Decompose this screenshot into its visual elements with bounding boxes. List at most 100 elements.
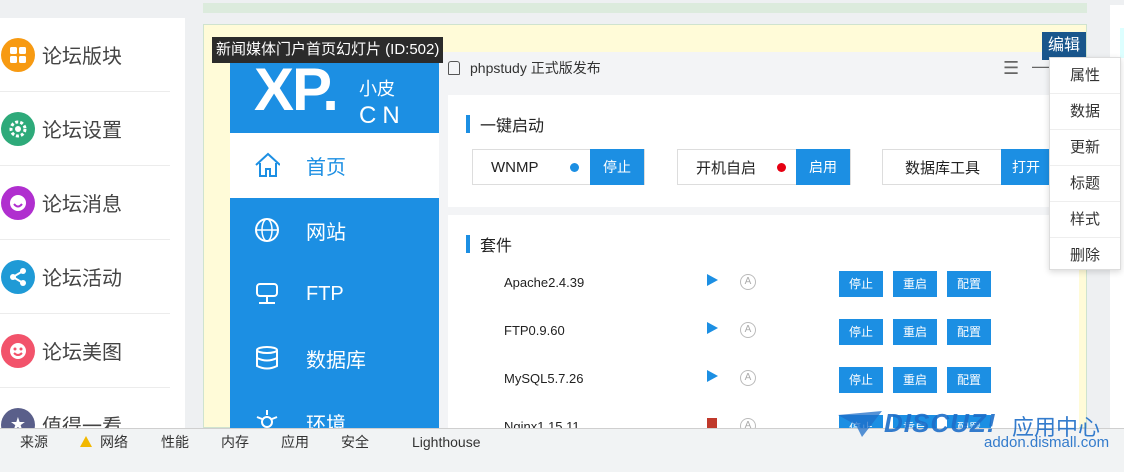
- play-icon[interactable]: [707, 322, 718, 334]
- tab-performance[interactable]: 性能: [161, 429, 189, 455]
- database-icon: [254, 345, 280, 371]
- tab-application[interactable]: 应用: [281, 429, 309, 455]
- suite-name: MySQL5.7.26: [504, 371, 584, 386]
- nav-label: 首页: [306, 156, 346, 179]
- play-icon[interactable]: [707, 274, 718, 286]
- play-icon[interactable]: [707, 370, 718, 382]
- auto-icon: A: [740, 274, 756, 290]
- home-icon: [254, 152, 280, 178]
- nav-label: FTP: [306, 282, 344, 305]
- discuz-watermark: DISCUZ! 应用中心 addon.dismall.com: [834, 405, 1124, 455]
- tab-sources[interactable]: 来源: [20, 429, 48, 455]
- suite-name: Apache2.4.39: [504, 275, 585, 290]
- service-name: 数据库工具: [905, 159, 981, 177]
- warning-icon: [80, 436, 92, 447]
- tab-network[interactable]: 网络: [100, 429, 128, 455]
- auto-icon: A: [740, 370, 756, 386]
- app-title-text: phpstudy 正式版发布: [470, 60, 601, 76]
- suite-card: 套件: [448, 215, 1079, 259]
- stop-button[interactable]: 停止: [839, 271, 883, 297]
- sidebar-item-forum-sections[interactable]: 论坛版块: [0, 18, 170, 92]
- gear-icon: [1, 111, 35, 146]
- logo-sub: 小皮: [359, 79, 395, 99]
- restart-button[interactable]: 重启: [893, 319, 937, 345]
- app-logo: XP. 小皮 CN: [254, 56, 400, 130]
- slideshow-id-label: 新闻媒体门户首页幻灯片 (ID:502): [212, 37, 444, 63]
- forum-sidebar: 论坛版块 论坛设置 论坛消息 论坛活动 论坛美图 ★ 值得一看: [0, 18, 185, 442]
- smile-icon: [1, 185, 35, 220]
- app-sidebar: XP. 小皮 CN 首页 网站 FTP 数据库 环境: [230, 52, 439, 428]
- sidebar-item-forum-events[interactable]: 论坛活动: [0, 240, 170, 314]
- phpstudy-screenshot: XP. 小皮 CN 首页 网站 FTP 数据库 环境 phpstudy 正式版发…: [230, 52, 1079, 428]
- sidebar-item-label: 论坛设置: [42, 120, 122, 142]
- watermark-brand: DISCUZ!: [884, 408, 997, 438]
- suite-name: Nginx1.15.11: [504, 419, 580, 428]
- stop-square-icon[interactable]: [707, 418, 717, 428]
- service-db-tool: 数据库工具 打开: [882, 149, 1052, 185]
- nav-item-database[interactable]: 数据库: [230, 326, 439, 390]
- paper-plane-icon: [838, 411, 882, 437]
- grid-icon: [1, 37, 35, 72]
- watermark-url: addon.dismall.com: [984, 434, 1110, 451]
- enable-button[interactable]: 启用: [796, 149, 850, 185]
- stop-button[interactable]: 停止: [839, 319, 883, 345]
- sidebar-item-label: 论坛活动: [42, 268, 122, 290]
- globe-icon: [254, 217, 280, 243]
- edit-button[interactable]: 编辑: [1042, 32, 1086, 60]
- config-button[interactable]: 配置: [947, 367, 991, 393]
- nav-item-home-row[interactable]: 首页: [230, 133, 439, 197]
- sidebar-item-label: 论坛美图: [42, 342, 122, 364]
- section-accent: [466, 235, 470, 253]
- nav-label: 数据库: [306, 349, 366, 372]
- nav-item-environment[interactable]: 环境: [230, 390, 439, 428]
- table-row: MySQL5.7.26 A 停止 重启 配置: [448, 355, 1079, 404]
- logo-cn: CN: [359, 102, 406, 129]
- right-panel-highlight: [1120, 28, 1124, 58]
- open-button[interactable]: 打开: [1001, 149, 1051, 185]
- quick-start-title: 一键启动: [466, 112, 544, 136]
- service-name: 开机自启: [696, 159, 757, 177]
- service-autostart: 开机自启 启用: [677, 149, 851, 185]
- suite-title: 套件: [466, 232, 512, 256]
- settings-icon: [254, 409, 280, 428]
- status-dot: [570, 163, 579, 172]
- menu-item-update[interactable]: 更新: [1050, 130, 1120, 166]
- tab-security[interactable]: 安全: [341, 429, 369, 455]
- section-accent: [466, 115, 470, 133]
- face-icon: [1, 333, 35, 368]
- config-button[interactable]: 配置: [947, 319, 991, 345]
- sidebar-item-forum-gallery[interactable]: 论坛美图: [0, 314, 170, 388]
- config-button[interactable]: 配置: [947, 271, 991, 297]
- table-row: FTP0.9.60 A 停止 重启 配置: [448, 307, 1079, 356]
- table-row: Apache2.4.39 A 停止 重启 配置: [448, 259, 1079, 308]
- nav-item-website[interactable]: 网站: [230, 198, 439, 262]
- sidebar-item-label: 论坛版块: [42, 46, 122, 68]
- bell-icon: [448, 61, 460, 75]
- nav-item-ftp[interactable]: FTP: [230, 262, 439, 326]
- suite-name: FTP0.9.60: [504, 323, 565, 338]
- sidebar-item-forum-settings[interactable]: 论坛设置: [0, 92, 170, 166]
- section-title-text: 一键启动: [480, 118, 545, 135]
- app-title: phpstudy 正式版发布: [448, 58, 601, 78]
- tab-memory[interactable]: 内存: [221, 429, 249, 455]
- menu-item-style[interactable]: 样式: [1050, 202, 1120, 238]
- restart-button[interactable]: 重启: [893, 367, 937, 393]
- service-name: WNMP: [491, 158, 539, 176]
- restart-button[interactable]: 重启: [893, 271, 937, 297]
- menu-item-data[interactable]: 数据: [1050, 94, 1120, 130]
- status-dot: [777, 163, 786, 172]
- menu-icon[interactable]: ☰: [1003, 58, 1019, 79]
- ftp-icon: [254, 281, 280, 307]
- block-context-menu: 属性 数据 更新 标题 样式 删除: [1049, 57, 1121, 270]
- sidebar-item-forum-messages[interactable]: 论坛消息: [0, 166, 170, 240]
- menu-item-title[interactable]: 标题: [1050, 166, 1120, 202]
- stop-button[interactable]: 停止: [590, 149, 644, 185]
- nav-label: 环境: [306, 413, 346, 429]
- sidebar-item-label: 论坛消息: [42, 194, 122, 216]
- service-wnmp: WNMP 停止: [472, 149, 645, 185]
- logo-main: XP.: [254, 56, 339, 123]
- tab-lighthouse[interactable]: Lighthouse: [412, 429, 481, 455]
- menu-item-delete[interactable]: 删除: [1050, 238, 1120, 273]
- menu-item-properties[interactable]: 属性: [1050, 58, 1120, 94]
- stop-button[interactable]: 停止: [839, 367, 883, 393]
